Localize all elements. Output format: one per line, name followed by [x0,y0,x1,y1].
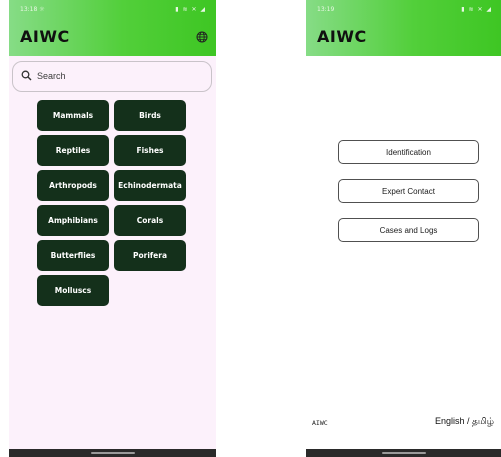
system-nav-bar [306,449,501,457]
category-button-mammals[interactable]: Mammals [37,100,109,131]
category-button-birds[interactable]: Birds [114,100,186,131]
status-icons: ▮ ≋ ✕ ◢ [175,6,206,13]
status-bar: 13:18 ☼ ▮ ≋ ✕ ◢ [9,0,216,16]
expert-contact-button[interactable]: Expert Contact [338,179,479,203]
system-nav-bar [9,449,216,457]
home-gesture-handle[interactable] [90,452,135,454]
app-title: AIWC [317,27,367,46]
category-button-echinodermata[interactable]: Echinodermata [114,170,186,201]
identification-button[interactable]: Identification [338,140,479,164]
search-icon [21,70,32,81]
footer-brand: AIWC [312,419,328,427]
category-grid: Mammals Birds Reptiles Fishes Arthropods… [37,100,190,306]
category-button-reptiles[interactable]: Reptiles [37,135,109,166]
search-bar[interactable] [12,61,212,92]
app-bar: 13:19 ▮ ≋ ✕ ◢ AIWC [306,0,501,56]
app-bar: 13:18 ☼ ▮ ≋ ✕ ◢ AIWC [9,0,216,56]
category-button-molluscs[interactable]: Molluscs [37,275,109,306]
app-title: AIWC [20,27,70,46]
globe-icon[interactable] [196,31,208,43]
status-bar: 13:19 ▮ ≋ ✕ ◢ [306,0,501,16]
status-time: 13:18 ☼ [20,6,45,13]
home-gesture-handle[interactable] [382,452,426,454]
home-screen: 13:19 ▮ ≋ ✕ ◢ AIWC Identification Expert… [306,0,501,457]
category-button-butterflies[interactable]: Butterflies [37,240,109,271]
category-button-amphibians[interactable]: Amphibians [37,205,109,236]
status-icons: ▮ ≋ ✕ ◢ [461,6,492,13]
category-button-corals[interactable]: Corals [114,205,186,236]
categories-screen: 13:18 ☼ ▮ ≋ ✕ ◢ AIWC Mammals Birds Repti… [9,0,216,457]
category-button-arthropods[interactable]: Arthropods [37,170,109,201]
status-time: 13:19 [317,6,335,13]
language-toggle[interactable]: English / தமிழ் [435,416,494,428]
search-input[interactable] [37,69,197,83]
cases-and-logs-button[interactable]: Cases and Logs [338,218,479,242]
category-button-porifera[interactable]: Porifera [114,240,186,271]
category-button-fishes[interactable]: Fishes [114,135,186,166]
